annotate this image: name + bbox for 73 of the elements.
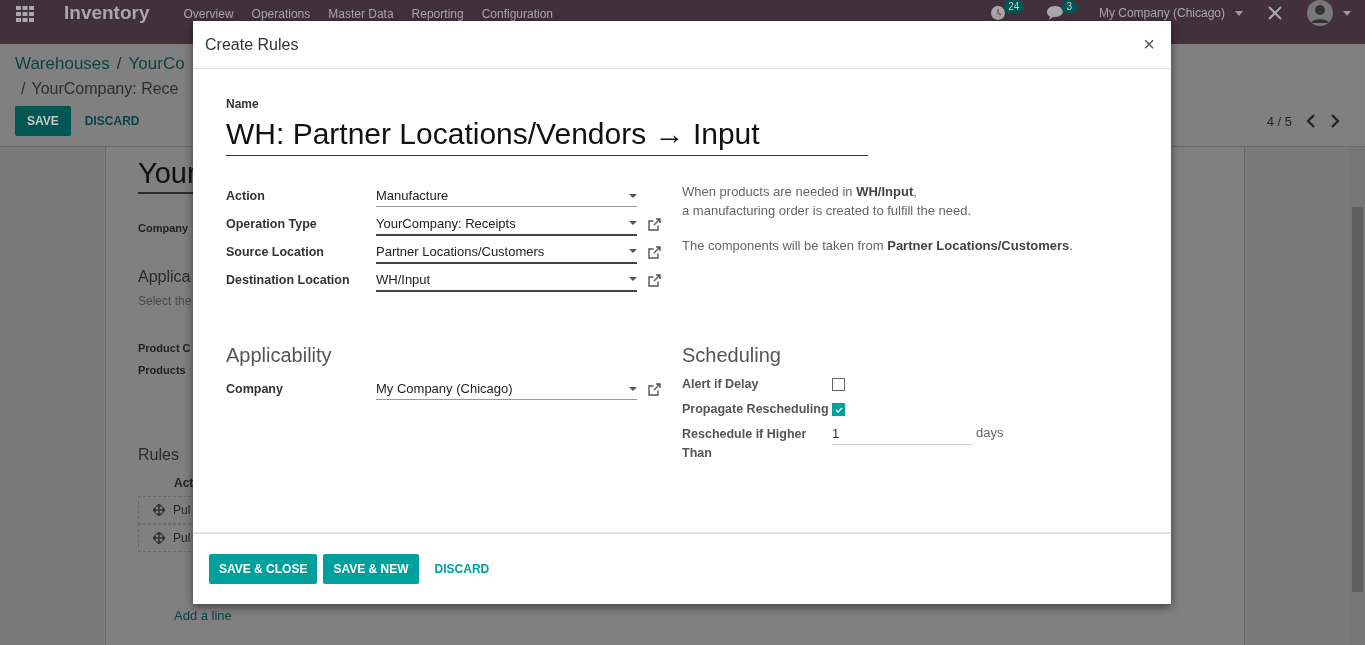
external-link-icon[interactable] xyxy=(648,273,661,287)
field-label: Propagate Rescheduling xyxy=(682,401,830,418)
scrollbar-thumb[interactable] xyxy=(1352,207,1363,592)
field-label: Operation Type xyxy=(226,217,318,231)
checkbox[interactable] xyxy=(832,378,845,391)
discard-button[interactable]: DISCARD xyxy=(72,106,152,136)
field-label: Name xyxy=(226,97,260,111)
save-button[interactable]: SAVE & CLOSE xyxy=(209,554,318,584)
apps-grid-icon[interactable] xyxy=(16,6,34,22)
checkbox[interactable] xyxy=(832,403,845,416)
tools-icon[interactable] xyxy=(1267,5,1283,21)
menu-item[interactable]: Configuration xyxy=(481,7,554,21)
menu-item[interactable]: Operations xyxy=(251,7,311,21)
caret-icon xyxy=(629,221,637,225)
caret-icon xyxy=(1343,10,1351,16)
select-field[interactable]: YourCompany: Receipts xyxy=(376,212,637,236)
caret-icon xyxy=(629,386,637,391)
drag-handle-icon[interactable] xyxy=(153,532,165,544)
select-field[interactable]: Manufacture xyxy=(376,185,637,207)
breadcrumb-link[interactable]: Warehouses xyxy=(15,54,110,74)
menu-item[interactable]: Reporting xyxy=(411,7,464,21)
save-button[interactable]: SAVE xyxy=(15,106,71,136)
field-label: Company xyxy=(138,222,189,234)
select-field[interactable]: Partner Locations/Customers xyxy=(376,240,637,264)
field-label: Alert if Delay xyxy=(682,376,760,393)
select-field[interactable]: My Company (Chicago) xyxy=(376,378,637,400)
caret-icon xyxy=(629,277,637,281)
unit-label: days xyxy=(976,425,1004,440)
external-link-icon[interactable] xyxy=(648,217,661,231)
discard-button[interactable]: DISCARD xyxy=(424,554,500,584)
caret-icon xyxy=(629,193,637,198)
table-cell: Pul xyxy=(173,531,191,545)
field-label: Product C xyxy=(138,342,191,354)
breadcrumb-separator: / xyxy=(21,80,26,98)
chat-icon[interactable] xyxy=(1046,5,1065,21)
next-icon[interactable] xyxy=(1330,114,1340,128)
breadcrumb-link[interactable]: YourCo xyxy=(128,54,185,74)
field-label: Destination Location xyxy=(226,273,351,287)
app-name: Inventory xyxy=(64,5,150,21)
menu-item[interactable]: Overview xyxy=(183,7,234,21)
caret-icon xyxy=(629,249,637,253)
clock-icon[interactable] xyxy=(990,5,1007,21)
field-label: Products xyxy=(138,364,186,376)
section-heading: Applica xyxy=(138,268,191,286)
drag-handle-icon[interactable] xyxy=(153,504,165,516)
column-header: Act xyxy=(174,476,194,490)
help-text: When products are needed in WH/Input, a manufacturing order is created to fulfill the need. xyxy=(682,183,973,220)
pager-value: 4 / 5 xyxy=(1266,113,1292,129)
breadcrumb-separator: / xyxy=(116,54,122,74)
field-label: Source Location xyxy=(226,245,325,259)
avatar[interactable] xyxy=(1307,0,1333,26)
field-label: Reschedule if Higher Than xyxy=(682,426,808,462)
previous-icon[interactable] xyxy=(1306,114,1316,128)
message-count: 3 xyxy=(1061,0,1077,13)
section-heading: Applicability xyxy=(226,344,333,367)
table-cell: Pul xyxy=(173,503,191,517)
section-heading: Scheduling xyxy=(682,344,782,367)
external-link-icon[interactable] xyxy=(648,245,661,259)
external-link-icon[interactable] xyxy=(648,382,661,396)
breadcrumb-current: YourCompany: Rece xyxy=(31,80,179,98)
section-heading: Rules xyxy=(138,446,179,464)
add-line-link[interactable]: Add a line xyxy=(174,608,232,623)
help-text: The components will be taken from Partner Locations/Customers. xyxy=(682,237,1074,255)
activity-count: 24 xyxy=(1003,0,1025,13)
select-field[interactable]: WH/Input xyxy=(376,268,637,292)
dialog-title: Create Rules xyxy=(205,35,299,54)
save-button[interactable]: SAVE & NEW xyxy=(323,554,419,584)
menu-item[interactable]: Master Data xyxy=(328,7,394,21)
close-button[interactable]: × xyxy=(1139,33,1159,56)
check-icon xyxy=(834,406,843,413)
company-switcher[interactable]: My Company (Chicago) xyxy=(1098,6,1225,20)
caret-icon xyxy=(1235,10,1243,16)
field-label: Company xyxy=(226,382,284,396)
